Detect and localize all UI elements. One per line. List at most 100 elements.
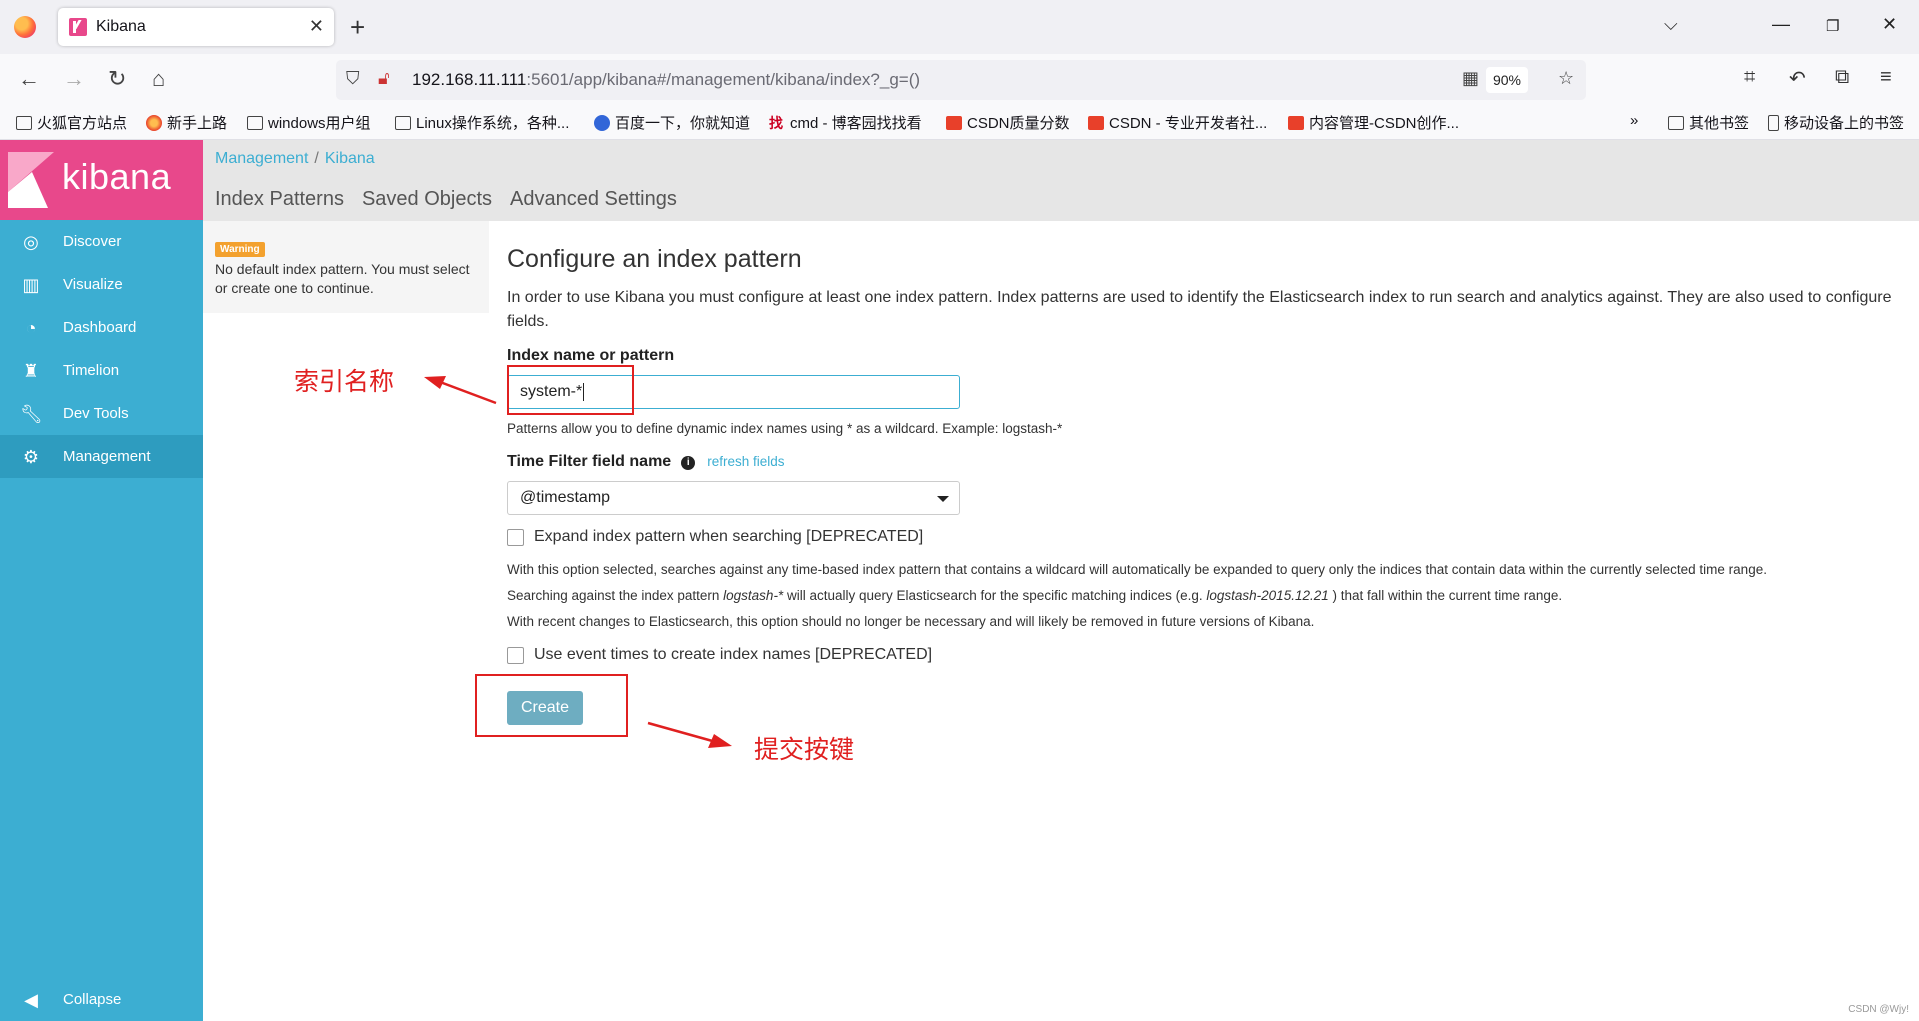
sidebar-item-discover[interactable]: ◎ Discover <box>0 220 203 263</box>
warning-text: No default index pattern. You must selec… <box>215 261 470 296</box>
undo-icon[interactable]: ↶ <box>1789 66 1806 91</box>
annotation-box-create <box>475 674 628 737</box>
csdn-icon <box>1088 115 1104 130</box>
tab-index-patterns[interactable]: Index Patterns <box>215 188 344 211</box>
menu-icon[interactable]: ≡ <box>1880 66 1892 89</box>
intro-text: In order to use Kibana you must configur… <box>507 289 1892 330</box>
cnblogs-icon: 找 <box>769 114 783 131</box>
bookmark-item[interactable]: CSDN - 专业开发者社... <box>1088 112 1267 133</box>
breadcrumb-management[interactable]: Management <box>215 150 308 167</box>
tab-title: Kibana <box>96 18 146 35</box>
csdn-icon <box>946 115 962 130</box>
bookmark-item[interactable]: 找 cmd - 博客园找找看 <box>769 112 922 133</box>
chevron-down-icon <box>937 496 949 502</box>
bookmark-item[interactable]: 百度一下，你就知道 <box>594 112 750 133</box>
minimize-icon[interactable]: — <box>1772 14 1790 35</box>
bookmark-item[interactable]: windows用户组 <box>247 112 371 133</box>
expand-note-3: With recent changes to Elasticsearch, th… <box>507 614 1315 629</box>
timelion-icon: ♜ <box>22 360 40 381</box>
kibana-favicon-icon <box>69 18 87 36</box>
mobile-icon <box>1768 114 1779 131</box>
insecure-lock-icon[interactable]: 🔓︎ <box>378 68 390 89</box>
gauge-icon: ◔ <box>25 317 37 338</box>
reload-icon[interactable]: ↻ <box>108 66 126 92</box>
back-icon[interactable]: ← <box>18 66 40 92</box>
browser-tab-kibana[interactable]: Kibana ✕ <box>58 8 334 46</box>
zoom-level[interactable]: 90% <box>1486 67 1528 93</box>
bookmark-item[interactable]: 内容管理-CSDN创作... <box>1288 112 1459 133</box>
sidebar-collapse[interactable]: ◀ Collapse <box>0 978 203 1021</box>
browser-tab-bar: Kibana ✕ + ⌵ — ❐ ✕ <box>0 0 1919 54</box>
home-icon[interactable]: ⌂ <box>152 66 165 92</box>
tab-advanced-settings[interactable]: Advanced Settings <box>510 188 677 211</box>
sidebar-item-label: Timelion <box>63 362 120 379</box>
extensions-icon[interactable]: ⧉ <box>1835 66 1849 89</box>
window-close-icon[interactable]: ✕ <box>1882 14 1897 35</box>
bookmark-item[interactable]: CSDN质量分数 <box>946 112 1070 133</box>
kibana-wordmark: kibana <box>62 156 172 197</box>
firefox-icon <box>146 114 162 131</box>
wrench-icon: 🔧︎ <box>20 403 43 424</box>
sidebar-item-timelion[interactable]: ♜ Timelion <box>0 349 203 392</box>
sidebar-item-dev-tools[interactable]: 🔧︎ Dev Tools <box>0 392 203 435</box>
gear-icon: ⚙ <box>22 446 40 467</box>
shield-icon[interactable]: ⛉ <box>346 68 360 89</box>
sidebar-item-visualize[interactable]: ▥ Visualize <box>0 263 203 306</box>
annotation-submit: 提交按键 <box>754 735 855 764</box>
more-bookmarks-icon[interactable]: » <box>1630 112 1638 129</box>
bookmark-item[interactable]: 新手上路 <box>146 112 227 133</box>
event-times-option[interactable]: Use event times to create index names [D… <box>507 646 932 664</box>
time-filter-label: Time Filter field name i refresh fields <box>507 453 785 470</box>
url-bar[interactable]: ⛉ 🔓︎ 192.168.11.111:5601/app/kibana#/man… <box>336 60 1586 100</box>
sidebar-item-label: Dashboard <box>63 319 137 336</box>
bookmark-item[interactable]: 移动设备上的书签 <box>1768 112 1904 133</box>
kibana-logo[interactable]: kibana <box>0 140 203 220</box>
new-tab-icon[interactable]: + <box>350 12 365 43</box>
bookmark-item[interactable]: 火狐官方站点 <box>16 112 127 133</box>
info-icon[interactable]: i <box>681 456 696 470</box>
expand-index-checkbox[interactable] <box>507 528 524 546</box>
index-name-label: Index name or pattern <box>507 347 675 364</box>
forward-icon[interactable]: → <box>63 66 85 92</box>
sidebar-item-label: Discover <box>63 233 122 250</box>
tab-list-chevron-icon[interactable]: ⌵ <box>1664 14 1678 35</box>
event-times-checkbox[interactable] <box>507 646 524 664</box>
sidebar-item-label: Management <box>63 448 151 465</box>
expand-index-label: Expand index pattern when searching [DEP… <box>534 528 924 545</box>
firefox-icon[interactable] <box>14 16 36 38</box>
page-title: Configure an index pattern <box>507 245 802 273</box>
bookmark-star-icon[interactable]: ☆ <box>1558 68 1574 89</box>
bookmarks-bar: 火狐官方站点 新手上路 windows用户组 Linux操作系统，各种... 百… <box>0 106 1919 140</box>
folder-icon <box>16 115 32 130</box>
warning-badge: Warning <box>215 242 265 257</box>
bar-chart-icon: ▥ <box>22 274 40 295</box>
sidebar-item-management[interactable]: ⚙ Management <box>0 435 203 478</box>
breadcrumb: Management / Kibana <box>215 150 375 167</box>
csdn-icon <box>1288 115 1304 130</box>
kibana-sidebar: kibana ◎ Discover ▥ Visualize ◔ Dashboar… <box>0 140 203 1021</box>
close-tab-icon[interactable]: ✕ <box>309 16 324 37</box>
expand-index-option[interactable]: Expand index pattern when searching [DEP… <box>507 528 923 546</box>
bookmark-item[interactable]: 其他书签 <box>1668 112 1749 133</box>
management-tabs: Index Patterns Saved Objects Advanced Se… <box>215 188 677 211</box>
compass-icon: ◎ <box>23 231 39 252</box>
url-text[interactable]: 192.168.11.111:5601/app/kibana#/manageme… <box>412 70 920 90</box>
restore-icon[interactable]: ❐ <box>1826 17 1839 35</box>
sidebar-item-label: Collapse <box>63 991 122 1008</box>
breadcrumb-kibana[interactable]: Kibana <box>325 150 375 167</box>
annotation-box-index <box>507 365 634 415</box>
qr-code-icon[interactable]: ▦ <box>1462 68 1479 89</box>
time-field-select[interactable]: @timestamp <box>507 481 960 515</box>
expand-note-1: With this option selected, searches agai… <box>507 562 1767 577</box>
crop-icon[interactable]: ⌗ <box>1744 66 1755 89</box>
expand-note-2: Searching against the index pattern logs… <box>507 588 1563 603</box>
index-pattern-help: Patterns allow you to define dynamic ind… <box>507 421 1063 436</box>
browser-nav-bar: ← → ↻ ⌂ ⛉ 🔓︎ 192.168.11.111:5601/app/kib… <box>0 54 1919 106</box>
tab-saved-objects[interactable]: Saved Objects <box>362 188 492 211</box>
folder-icon <box>1668 115 1684 130</box>
folder-icon <box>395 115 411 130</box>
folder-icon <box>247 115 263 130</box>
bookmark-item[interactable]: Linux操作系统，各种... <box>395 112 569 133</box>
sidebar-item-dashboard[interactable]: ◔ Dashboard <box>0 306 203 349</box>
refresh-fields-link[interactable]: refresh fields <box>707 454 784 469</box>
